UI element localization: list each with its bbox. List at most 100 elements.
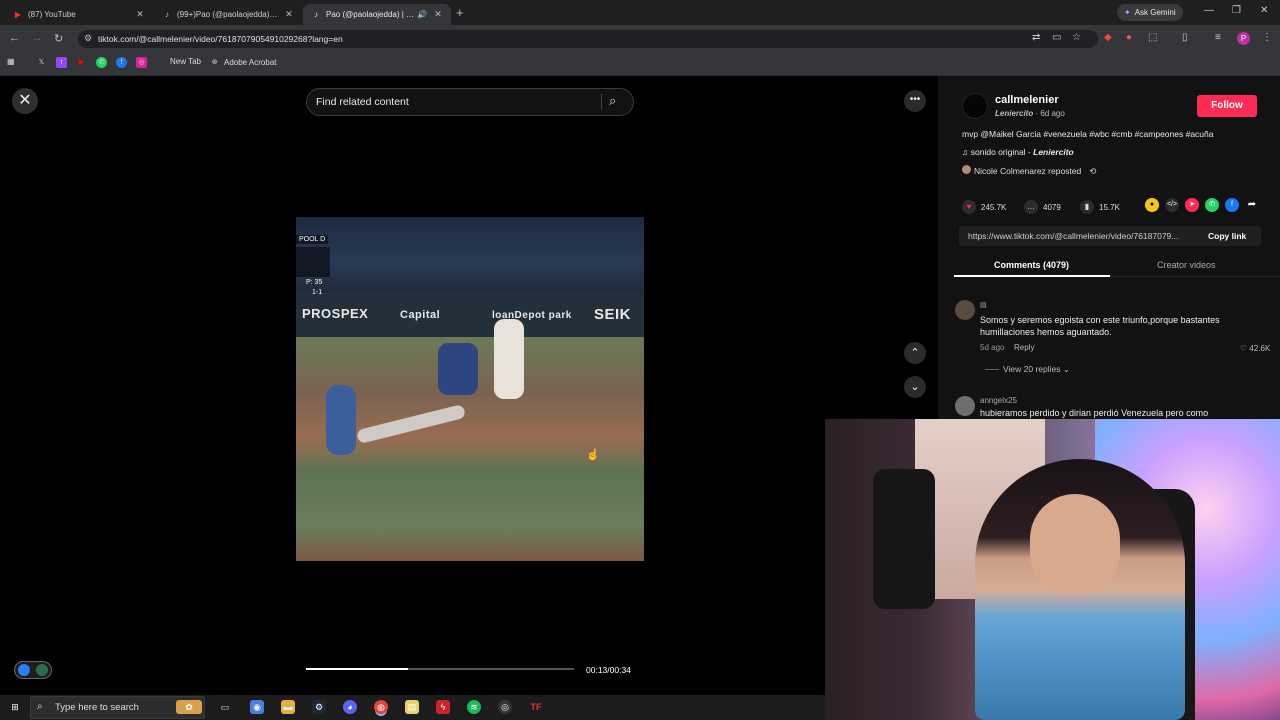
scoreboard-pool: POOL D <box>296 235 329 244</box>
app-red-icon[interactable]: ϟ <box>436 700 450 714</box>
share-icon[interactable]: ➦ <box>1245 198 1259 212</box>
speaker-icon[interactable]: 🔊 <box>417 10 427 19</box>
ask-gemini-button[interactable]: ✦ Ask Gemini <box>1117 4 1183 21</box>
translate-icon[interactable]: ⇄ <box>1032 32 1040 43</box>
extensions-icon[interactable]: ⬚ <box>1148 32 1157 43</box>
tab-youtube[interactable]: ▶ (87) YouTube ✕ <box>5 4 153 25</box>
search-divider <box>601 94 602 110</box>
notes-icon[interactable]: ▤ <box>405 700 419 714</box>
twitch-icon: t <box>56 57 67 68</box>
copilot-icon[interactable]: ◉ <box>250 700 264 714</box>
send-icon[interactable]: ➤ <box>1185 198 1199 212</box>
twitch-bookmark[interactable]: t <box>56 57 71 68</box>
tab-tiktok-1[interactable]: ♪ (99+)Pao (@paolaojedda) | TikT ✕ <box>154 4 302 25</box>
extension-icon-fox[interactable]: ● <box>1126 32 1132 43</box>
close-window-icon[interactable]: ✕ <box>1260 5 1268 16</box>
video-frame[interactable]: PROSPEX Capital loanDepot park SEIK POOL… <box>296 217 644 561</box>
adobe-acrobat-bookmark[interactable]: ⊛ Adobe Acrobat <box>209 57 277 68</box>
comment-username[interactable]: anngelx25 <box>980 396 1017 405</box>
sound-link[interactable]: ♫ sonido original - Leniercito <box>962 147 1074 157</box>
chrome-icon[interactable]: ◍ <box>374 700 388 714</box>
previous-video-icon[interactable]: ⌃ <box>904 342 926 364</box>
comment-button[interactable]: … 4079 <box>1024 200 1061 214</box>
spotify-icon[interactable]: ≋ <box>467 700 481 714</box>
obs-icon[interactable]: ◎ <box>498 700 512 714</box>
cast-icon[interactable]: ▭ <box>1052 32 1061 43</box>
windows-start-icon[interactable]: ⊞ <box>8 700 22 714</box>
embed-icon[interactable]: </> <box>1165 198 1179 212</box>
avatar[interactable] <box>955 396 975 416</box>
close-tab-icon[interactable]: ✕ <box>135 9 145 20</box>
avatar[interactable] <box>955 300 975 320</box>
url-text[interactable]: tiktok.com/@callmelenier/video/761870790… <box>98 34 343 44</box>
copy-link-button[interactable]: Copy link <box>1208 231 1246 241</box>
search-icon: ⌕ <box>37 701 43 712</box>
whatsapp-icon[interactable]: ✆ <box>1205 198 1219 212</box>
new-tab-icon[interactable]: + <box>456 5 464 20</box>
steam-icon[interactable]: ⚙ <box>312 700 326 714</box>
reply-button[interactable]: Reply <box>1014 343 1034 352</box>
floating-toggle[interactable] <box>14 661 52 679</box>
whatsapp-icon: ✆ <box>96 57 107 68</box>
taskbar-search-placeholder: Type here to search <box>55 702 139 713</box>
task-view-icon[interactable]: ▭ <box>218 700 232 714</box>
app-tf-icon[interactable]: TF <box>529 700 543 714</box>
menu-icon[interactable]: ⋮ <box>1262 32 1272 43</box>
back-icon[interactable]: ← <box>9 32 20 44</box>
pitcher-figure <box>326 385 356 455</box>
instagram-bookmark[interactable]: ◎ <box>136 57 151 68</box>
coin-icon[interactable]: ● <box>1145 198 1159 212</box>
save-button[interactable]: ▮ 15.7K <box>1080 200 1120 214</box>
comment-user-icon[interactable]: ▤ <box>980 301 987 309</box>
bookmark-icon: ▮ <box>1080 200 1094 214</box>
search-icon[interactable]: ⌕ <box>609 93 616 109</box>
comment-text: hubieramos perdido y dirian perdió Venez… <box>980 408 1209 418</box>
username[interactable]: callmelenier <box>995 94 1059 106</box>
new-tab-bookmark[interactable]: New Tab <box>170 57 201 66</box>
extension-icon-red[interactable]: ◆ <box>1104 32 1112 43</box>
facebook-icon[interactable]: f <box>1225 198 1239 212</box>
media-icon[interactable]: ≡ <box>1215 32 1221 43</box>
tiktok-icon: ♪ <box>165 9 169 19</box>
apps-icon[interactable]: ▦ <box>7 57 15 66</box>
maximize-icon[interactable]: ❐ <box>1232 5 1241 16</box>
tab-creator-videos[interactable]: Creator videos <box>1157 260 1216 270</box>
close-tab-icon[interactable]: ✕ <box>284 9 294 20</box>
minimize-icon[interactable]: — <box>1204 5 1214 16</box>
progress-bar[interactable] <box>306 668 574 670</box>
comment-age: 5d ago <box>980 343 1005 352</box>
follow-button[interactable]: Follow <box>1197 95 1257 117</box>
reload-icon[interactable]: ↻ <box>54 32 63 45</box>
forward-icon[interactable]: → <box>32 32 43 44</box>
tab-tiktok-active[interactable]: ♪ Pao (@paolaojedda) | TikTo 🔊 ✕ <box>303 4 451 25</box>
mouse-cursor-icon: ☝ <box>586 449 600 461</box>
tiktok-icon: ♪ <box>314 9 318 19</box>
comment-like-button[interactable]: ♡ 42.6K <box>1240 344 1270 353</box>
tab-comments[interactable]: Comments (4079) <box>994 260 1069 270</box>
repost-text: Nicole Colmenarez reposted <box>974 166 1082 176</box>
file-explorer-icon[interactable]: ▬ <box>281 700 295 714</box>
youtube-bookmark[interactable]: ▶ <box>76 57 91 68</box>
toggle-icon <box>36 664 48 676</box>
x-bookmark[interactable]: 𝕏 <box>36 57 51 68</box>
next-video-icon[interactable]: ⌄ <box>904 376 926 398</box>
more-options-icon[interactable]: ••• <box>904 90 926 112</box>
sidepanel-icon[interactable]: ▯ <box>1182 32 1188 43</box>
share-link[interactable]: https://www.tiktok.com/@callmelenier/vid… <box>968 231 1196 241</box>
profile-avatar[interactable]: P <box>1237 32 1250 45</box>
discord-icon[interactable]: ◕ <box>343 700 357 714</box>
whatsapp-bookmark[interactable]: ✆ <box>96 57 111 68</box>
search-highlight-icon[interactable]: ✿ <box>176 700 202 714</box>
facebook-bookmark[interactable]: f <box>116 57 131 68</box>
site-info-icon[interactable]: ⚙ <box>84 33 92 44</box>
close-icon[interactable]: ✕ <box>12 88 38 114</box>
comment-like-count: 42.6K <box>1249 344 1271 353</box>
webcam-face <box>1030 494 1120 594</box>
youtube-icon: ▶ <box>78 59 85 66</box>
bookmark-star-icon[interactable]: ☆ <box>1072 32 1081 43</box>
close-tab-icon[interactable]: ✕ <box>433 9 443 20</box>
view-replies-button[interactable]: View 20 replies ⌄ <box>985 364 1070 375</box>
like-button[interactable]: ♥ 245.7K <box>962 200 1006 214</box>
avatar[interactable] <box>962 93 988 119</box>
nickname: Leniercito <box>995 109 1034 118</box>
